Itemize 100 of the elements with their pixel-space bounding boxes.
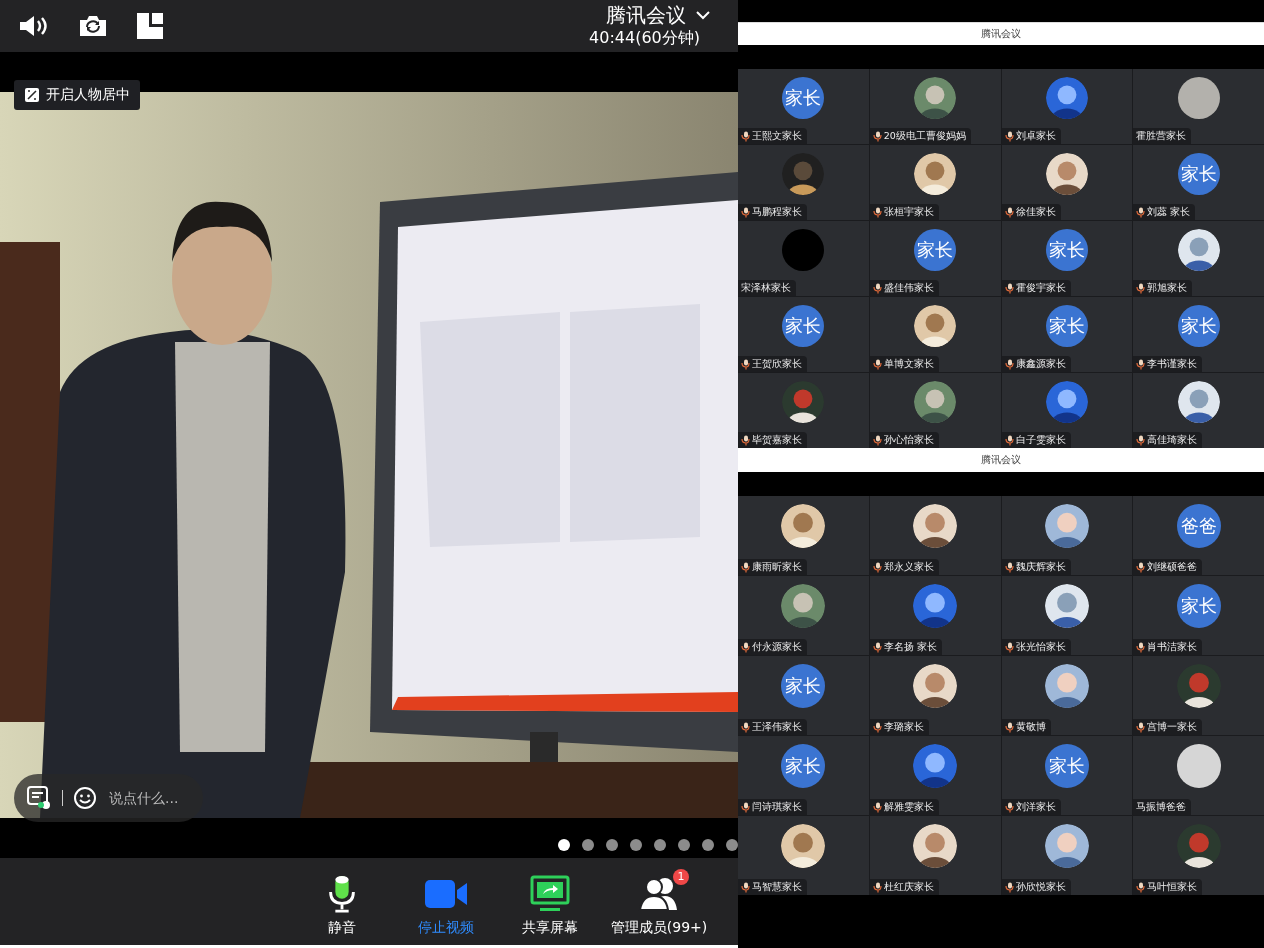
participant-name: 付永源家长: [752, 640, 802, 654]
participant-tile[interactable]: 孙欣悦家长: [1001, 816, 1133, 895]
participant-name: 白子雯家长: [1015, 433, 1066, 447]
participant-tile[interactable]: 刘卓家长: [1001, 69, 1133, 144]
participant-tile[interactable]: 爸爸 刘继硕爸爸: [1133, 496, 1264, 575]
page-dot[interactable]: [582, 839, 594, 851]
avatar: 家长: [1177, 153, 1220, 195]
microphone-icon: [872, 358, 882, 370]
page-dot[interactable]: [726, 839, 738, 851]
participant-tile[interactable]: 郭旭家长: [1133, 221, 1264, 296]
participant-name: 马叶恒家长: [1147, 880, 1198, 894]
participant-name: 闫诗琪家长: [752, 800, 802, 814]
participant-name: 张光怡家长: [1015, 640, 1066, 654]
participant-name: 杜红庆家长: [883, 880, 934, 894]
microphone-icon: [872, 561, 882, 573]
microphone-icon: [1136, 881, 1146, 893]
participant-tile[interactable]: 马智慧家长: [738, 816, 869, 895]
participant-tile[interactable]: 20级电工曹俊妈妈: [869, 69, 1001, 144]
microphone-icon: [1004, 801, 1014, 813]
microphone-icon: [1004, 641, 1014, 653]
video-button[interactable]: 停止视频: [396, 866, 496, 937]
microphone-icon: [1004, 206, 1014, 218]
participant-tile[interactable]: 家长 李书谨家长: [1133, 297, 1264, 372]
center-person-button[interactable]: 开启人物居中: [14, 80, 140, 110]
page-dot[interactable]: [630, 839, 642, 851]
avatar: 家长: [914, 229, 957, 271]
avatar: 爸爸: [1176, 504, 1221, 548]
meeting-title[interactable]: 腾讯会议: [606, 3, 686, 27]
participant-name: 刘卓家长: [1015, 129, 1056, 143]
participant-name: 张桓宇家长: [883, 205, 934, 219]
participant-tile[interactable]: 家长 王贺欣家长: [738, 297, 869, 372]
participant-tile[interactable]: 康雨昕家长: [738, 496, 869, 575]
participant-tile[interactable]: 张光怡家长: [1001, 576, 1133, 655]
participant-tile[interactable]: 孙心怡家长: [869, 373, 1001, 448]
participant-tile[interactable]: 魏庆辉家长: [1001, 496, 1133, 575]
speaker-icon[interactable]: [18, 14, 50, 38]
participant-tile[interactable]: 家长 王熙文家长: [738, 69, 869, 144]
chat-icon[interactable]: [26, 785, 52, 811]
participant-tile[interactable]: 张桓宇家长: [869, 145, 1001, 220]
microphone-icon: [1136, 561, 1146, 573]
layout-icon[interactable]: [136, 12, 164, 40]
participant-tile[interactable]: 付永源家长: [738, 576, 869, 655]
participant-tile[interactable]: 家长 盛佳伟家长: [869, 221, 1001, 296]
participant-tile[interactable]: 宋泽林家长: [738, 221, 869, 296]
microphone-icon: [327, 874, 357, 913]
participant-tile[interactable]: 徐佳家长: [1001, 145, 1133, 220]
participant-tile[interactable]: 解雅雯家长: [869, 736, 1001, 815]
participant-name: 王贺欣家长: [752, 357, 802, 371]
microphone-icon: [741, 434, 750, 446]
participant-name: 黄敬博: [1015, 720, 1046, 734]
participant-tile[interactable]: 马振博爸爸: [1133, 736, 1264, 815]
participant-tile[interactable]: 家长 刘蕊 家长: [1133, 145, 1264, 220]
participant-name: 盛佳伟家长: [883, 281, 934, 295]
share-button[interactable]: 共享屏幕: [500, 866, 600, 937]
participant-tile[interactable]: 毕贺嘉家长: [738, 373, 869, 448]
participant-tile[interactable]: 李名扬 家长: [869, 576, 1001, 655]
page-dot[interactable]: [678, 839, 690, 851]
participant-tile[interactable]: 宫博一家长: [1133, 656, 1264, 735]
avatar: 家长: [781, 744, 826, 788]
participant-tile[interactable]: 家长 康鑫源家长: [1001, 297, 1133, 372]
participant-name: 王熙文家长: [752, 129, 802, 143]
avatar: 家长: [1044, 744, 1089, 788]
participant-tile[interactable]: 黄敬博: [1001, 656, 1133, 735]
camera-switch-icon[interactable]: [78, 14, 108, 38]
microphone-icon: [872, 721, 882, 733]
page-dot[interactable]: [702, 839, 714, 851]
microphone-icon: [1004, 721, 1014, 733]
participant-name: 魏庆辉家长: [1015, 560, 1066, 574]
mic-button[interactable]: 静音: [292, 866, 392, 937]
participant-name: 孙心怡家长: [883, 433, 934, 447]
participant-tile[interactable]: 杜红庆家长: [869, 816, 1001, 895]
participant-name: 孙欣悦家长: [1015, 880, 1066, 894]
participant-tile[interactable]: 郑永义家长: [869, 496, 1001, 575]
microphone-icon: [741, 358, 750, 370]
chevron-down-icon[interactable]: [696, 10, 710, 20]
participant-tile[interactable]: 家长 刘洋家长: [1001, 736, 1133, 815]
participant-tile[interactable]: 家长 肖书洁家长: [1133, 576, 1264, 655]
page-dot[interactable]: [606, 839, 618, 851]
participant-name: 刘继硕爸爸: [1147, 560, 1198, 574]
participant-tile[interactable]: 单博文家长: [869, 297, 1001, 372]
participant-name: 毕贺嘉家长: [752, 433, 802, 447]
microphone-icon: [741, 206, 750, 218]
members-button[interactable]: 1 管理成员(99+): [604, 866, 714, 937]
participant-tile[interactable]: 马叶恒家长: [1133, 816, 1264, 895]
participant-name: 马振博爸爸: [1136, 800, 1187, 814]
participant-tile[interactable]: 马鹏程家长: [738, 145, 869, 220]
page-dot[interactable]: [654, 839, 666, 851]
participant-name: 刘蕊 家长: [1147, 205, 1191, 219]
participant-tile[interactable]: 家长 霍俊宇家长: [1001, 221, 1133, 296]
participant-tile[interactable]: 家长 闫诗琪家长: [738, 736, 869, 815]
chat-input[interactable]: 说点什么...: [107, 789, 191, 807]
participant-tile[interactable]: 高佳琦家长: [1133, 373, 1264, 448]
participant-name: 康鑫源家长: [1015, 357, 1066, 371]
emoji-icon[interactable]: [73, 786, 97, 810]
participant-name: 郭旭家长: [1147, 281, 1188, 295]
participant-tile[interactable]: 家长 王泽伟家长: [738, 656, 869, 735]
participant-tile[interactable]: 霍胜营家长: [1133, 69, 1264, 144]
microphone-icon: [741, 801, 750, 813]
participant-tile[interactable]: 白子雯家长: [1001, 373, 1133, 448]
participant-tile[interactable]: 李璐家长: [869, 656, 1001, 735]
